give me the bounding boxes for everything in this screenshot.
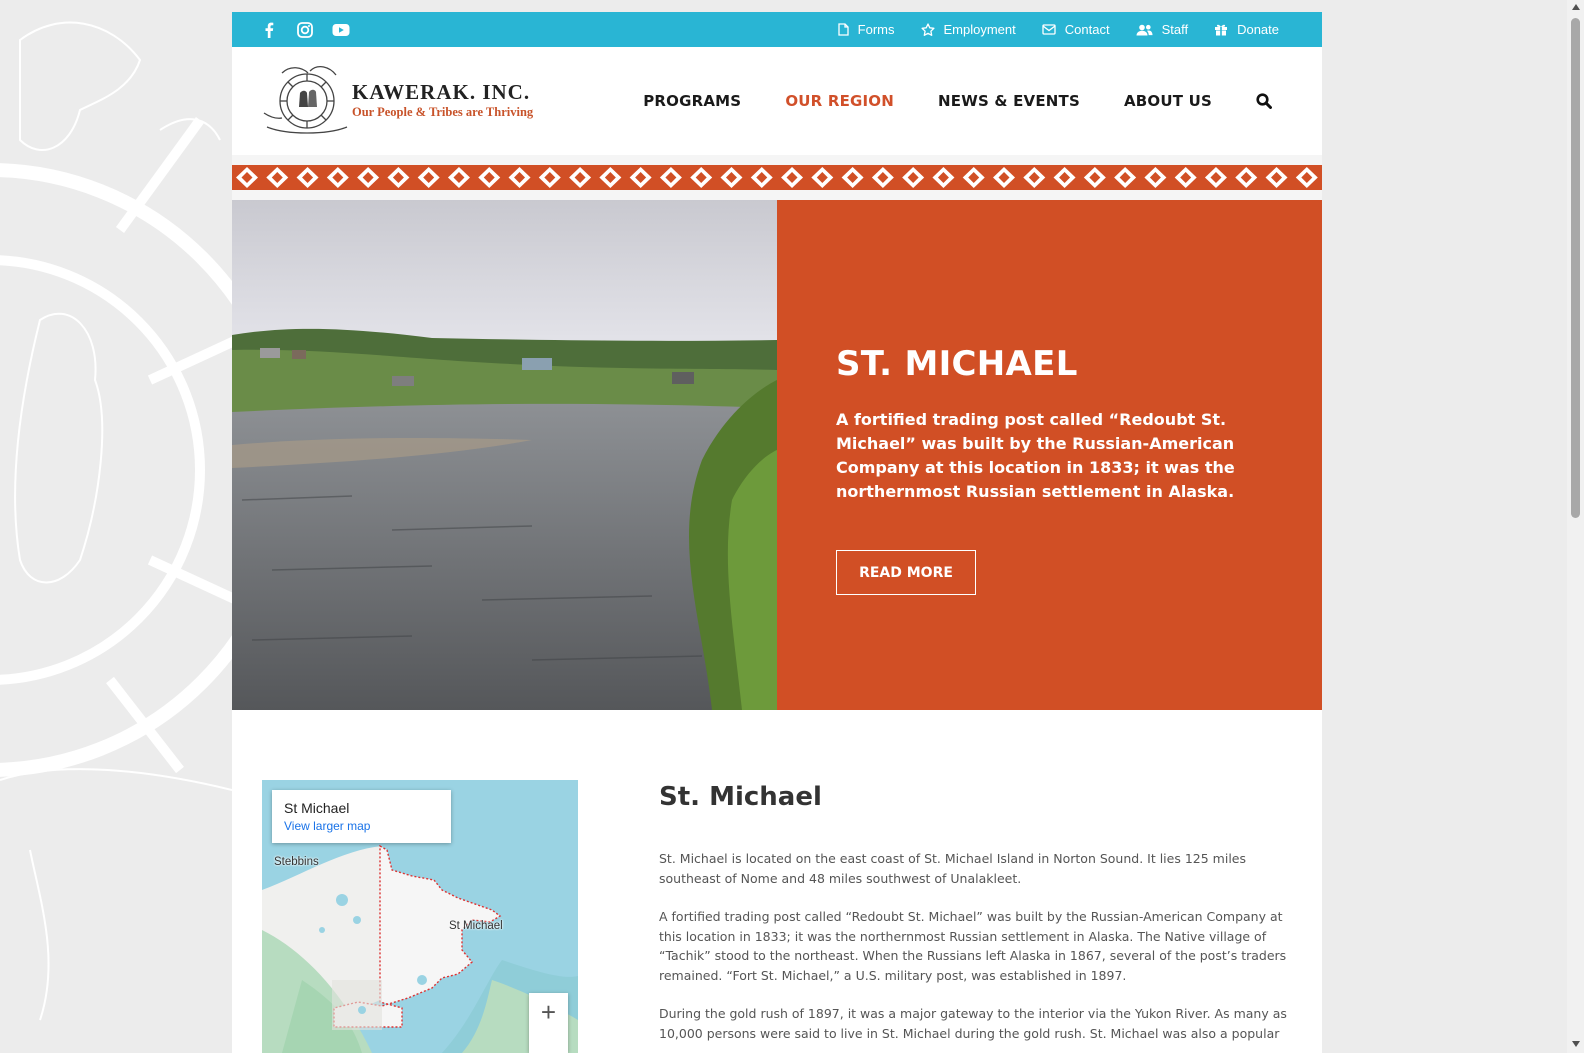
search-icon[interactable] [1256,93,1272,109]
mail-icon [1042,24,1056,35]
article-content: St. Michael St. Michael is located on th… [659,782,1289,1043]
read-more-button[interactable]: READ MORE [836,550,976,595]
contact-link[interactable]: Contact [1042,22,1110,37]
staff-link[interactable]: Staff [1136,22,1189,37]
map-place-title: St Michael [284,800,350,816]
background-artwork [0,0,232,1053]
scroll-up-arrow[interactable] [1572,4,1580,10]
scroll-thumb[interactable] [1571,18,1580,518]
employment-link-label: Employment [943,22,1016,37]
article-paragraph: St. Michael is located on the east coast… [659,851,1246,886]
site-header: KAWERAK. INC. Our People & Tribes are Th… [232,47,1322,155]
logo-title: KAWERAK. INC. [352,79,531,104]
article-title: St. Michael [659,782,822,812]
top-utility-bar: Forms Employment Contact Staff Donate [232,12,1322,47]
hero-section: ST. MICHAEL A fortified trading post cal… [232,200,1322,710]
page-scrollbar[interactable] [1567,0,1584,1053]
social-links [260,12,350,47]
utility-links: Forms Employment Contact Staff Donate [838,12,1279,47]
page-wrapper: Forms Employment Contact Staff Donate KA… [232,12,1322,1053]
nav-our-region[interactable]: OUR REGION [785,92,894,110]
site-logo[interactable]: KAWERAK. INC. Our People & Tribes are Th… [262,61,533,139]
contact-link-label: Contact [1064,22,1110,37]
article-paragraph: During the gold rush of 1897, it was a m… [659,1006,1287,1041]
view-larger-map-link[interactable]: View larger map [284,819,439,833]
forms-link[interactable]: Forms [838,22,895,37]
instagram-icon[interactable] [296,21,314,39]
file-icon [838,23,849,36]
main-nav: PROGRAMS OUR REGION NEWS & EVENTS ABOUT … [643,47,1272,155]
staff-link-label: Staff [1161,22,1189,37]
scroll-down-arrow[interactable] [1572,1041,1580,1047]
employment-link[interactable]: Employment [920,22,1016,37]
nav-about-us[interactable]: ABOUT US [1124,92,1212,110]
hero-photo [232,200,777,710]
zoom-in-button[interactable]: + [529,993,568,1032]
hero-title: ST. MICHAEL [836,344,1078,384]
forms-link-label: Forms [857,22,895,37]
map-label-stebbins: Stebbins [274,856,319,868]
kawerak-emblem [263,65,348,134]
gift-icon [1215,24,1228,36]
youtube-icon[interactable] [332,21,350,39]
logo-text: KAWERAK. INC. Our People & Tribes are Th… [352,81,533,120]
nav-programs[interactable]: PROGRAMS [643,92,741,110]
embedded-map[interactable]: St Michael View larger map Stebbins St M… [262,780,578,1053]
nav-news-events[interactable]: NEWS & EVENTS [938,92,1080,110]
hero-panel: ST. MICHAEL A fortified trading post cal… [777,200,1322,710]
map-label-st-michael: St Michael [449,920,503,932]
logo-subtitle: Our People & Tribes are Thriving [352,104,534,119]
map-zoom-control: + [529,993,568,1053]
article-paragraph: A fortified trading post called “Redoubt… [659,909,1287,983]
map-info-card: St Michael View larger map [272,790,451,843]
donate-link[interactable]: Donate [1214,22,1279,37]
facebook-icon[interactable] [260,21,278,39]
hero-description: A fortified trading post called “Redoubt… [836,410,1235,501]
users-icon [1136,24,1153,35]
donate-link-label: Donate [1237,22,1279,37]
star-icon [920,22,935,36]
